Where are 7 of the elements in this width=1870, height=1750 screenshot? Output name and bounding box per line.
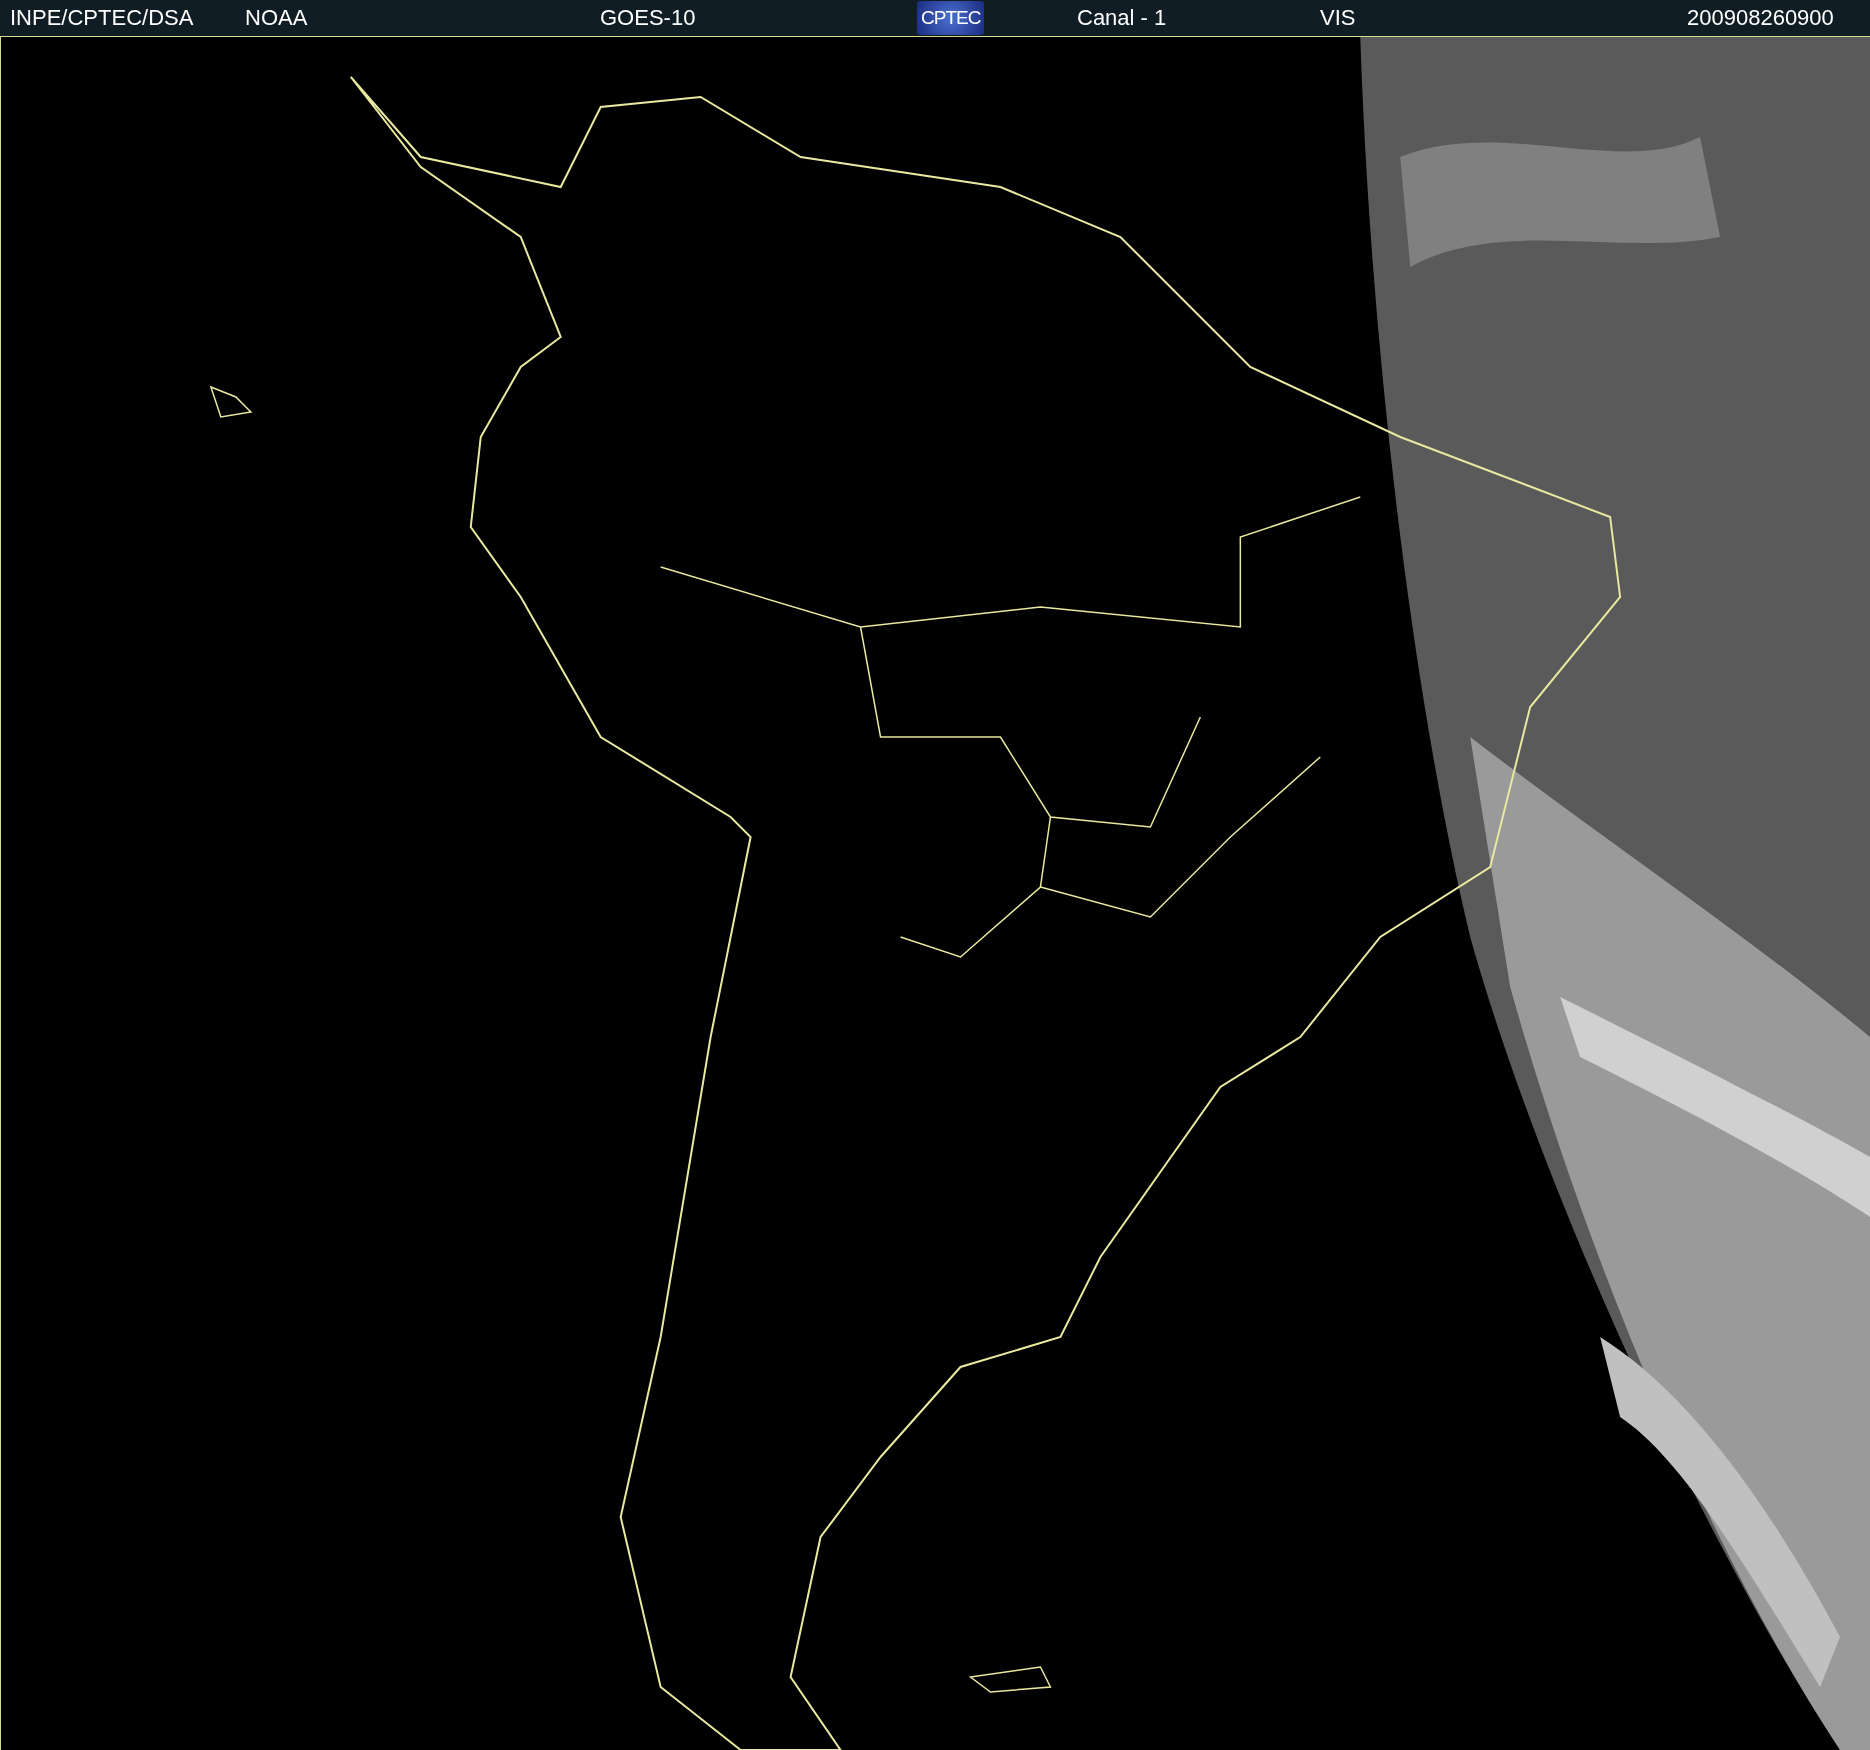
logo: CPTEC <box>917 1 985 35</box>
header-label: INPE/CPTEC/DSA <box>10 5 194 31</box>
header-label: GOES-10 <box>600 5 696 31</box>
header-label: 200908260900 <box>1687 5 1834 31</box>
header-label: Canal - 1 <box>1077 5 1167 31</box>
header-label: NOAA <box>245 5 308 31</box>
header-label: VIS <box>1320 5 1356 31</box>
